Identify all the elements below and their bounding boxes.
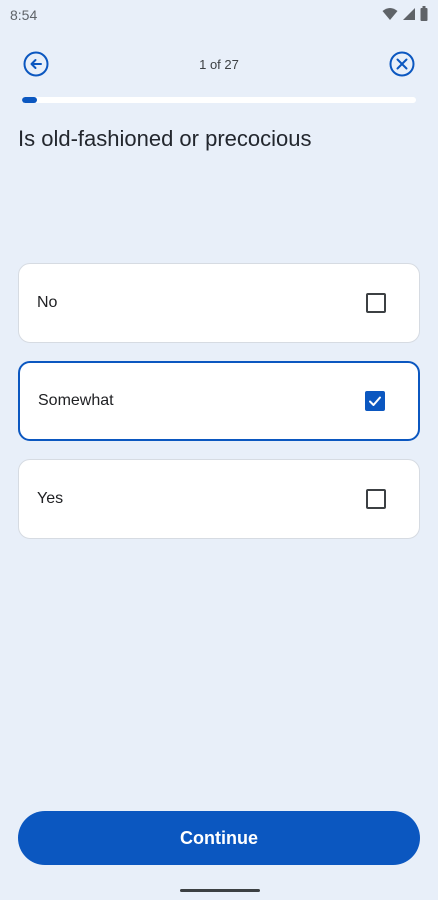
wifi-icon xyxy=(382,7,398,20)
progress-fill xyxy=(22,97,37,103)
status-bar: 8:54 xyxy=(0,0,438,30)
option-somewhat[interactable]: Somewhat xyxy=(18,361,420,441)
status-time: 8:54 xyxy=(10,7,38,23)
checkbox[interactable] xyxy=(366,293,386,313)
status-icons xyxy=(382,6,428,21)
question-text: Is old-fashioned or precocious xyxy=(18,126,312,151)
option-label: Somewhat xyxy=(38,392,114,409)
checkbox[interactable] xyxy=(366,489,386,509)
battery-icon xyxy=(420,6,428,21)
top-bar: 1 of 27 xyxy=(0,40,438,88)
options-list: No Somewhat Yes xyxy=(18,263,420,557)
option-label: No xyxy=(37,294,58,311)
close-icon xyxy=(389,51,415,77)
question-counter: 1 of 27 xyxy=(199,57,239,72)
option-no[interactable]: No xyxy=(18,263,420,343)
close-button[interactable] xyxy=(388,50,416,78)
checkbox[interactable] xyxy=(365,391,385,411)
checkmark-icon xyxy=(369,396,381,406)
continue-button[interactable]: Continue xyxy=(18,811,420,865)
home-indicator xyxy=(180,889,260,892)
option-label: Yes xyxy=(37,490,64,507)
signal-icon xyxy=(403,7,415,20)
progress-bar xyxy=(22,97,416,103)
option-yes[interactable]: Yes xyxy=(18,459,420,539)
